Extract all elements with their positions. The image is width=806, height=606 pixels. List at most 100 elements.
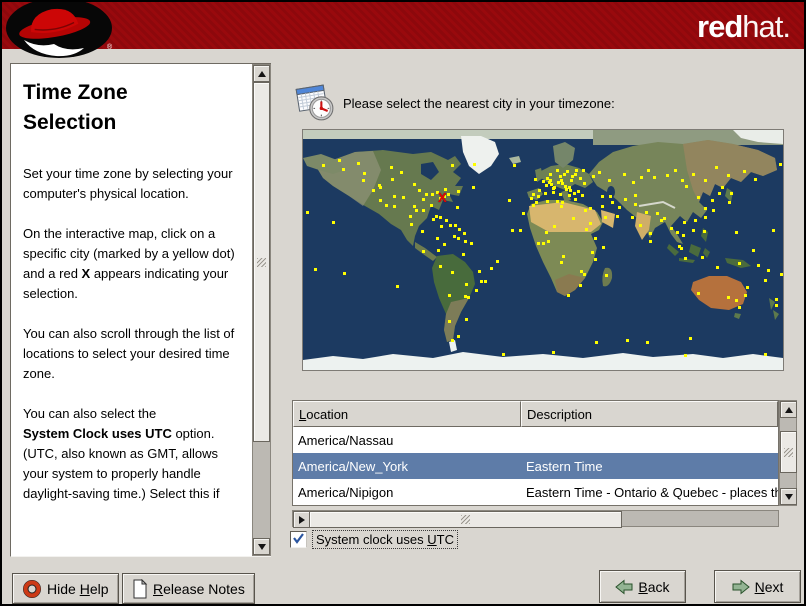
scroll-up-button[interactable] <box>780 401 797 418</box>
city-dot[interactable] <box>561 201 564 204</box>
city-dot[interactable] <box>681 179 684 182</box>
city-dot[interactable] <box>639 224 642 227</box>
city-dot[interactable] <box>631 216 634 219</box>
scroll-down-button[interactable] <box>780 488 797 505</box>
city-dot[interactable] <box>697 196 700 199</box>
city-dot[interactable] <box>475 289 478 292</box>
city-dot[interactable] <box>689 337 692 340</box>
city-dot[interactable] <box>743 170 746 173</box>
city-dot[interactable] <box>363 172 366 175</box>
city-dot[interactable] <box>585 228 588 231</box>
city-dot[interactable] <box>704 216 707 219</box>
city-dot[interactable] <box>456 206 459 209</box>
scroll-up-button[interactable] <box>253 65 270 82</box>
city-dot[interactable] <box>738 306 741 309</box>
table-horizontal-scrollbar[interactable] <box>292 510 779 528</box>
city-dot[interactable] <box>684 257 687 260</box>
utc-checkbox[interactable] <box>290 531 307 548</box>
city-dot[interactable] <box>448 320 451 323</box>
city-dot[interactable] <box>583 273 586 276</box>
city-dot[interactable] <box>390 166 393 169</box>
city-dot[interactable] <box>738 262 741 265</box>
city-dot[interactable] <box>537 195 540 198</box>
city-dot[interactable] <box>400 171 403 174</box>
city-dot[interactable] <box>583 182 586 185</box>
column-header-description[interactable]: Description <box>521 401 778 427</box>
city-dot[interactable] <box>484 280 487 283</box>
city-dot[interactable] <box>490 267 493 270</box>
city-dot[interactable] <box>457 237 460 240</box>
city-dot[interactable] <box>746 286 749 289</box>
city-dot[interactable] <box>703 230 706 233</box>
city-dot[interactable] <box>338 159 341 162</box>
city-dot[interactable] <box>623 173 626 176</box>
city-dot[interactable] <box>447 193 450 196</box>
city-dot[interactable] <box>451 271 454 274</box>
city-dot[interactable] <box>413 183 416 186</box>
city-dot[interactable] <box>716 266 719 269</box>
city-dot[interactable] <box>624 198 627 201</box>
city-dot[interactable] <box>422 198 425 201</box>
city-dot[interactable] <box>457 335 460 338</box>
city-dot[interactable] <box>579 284 582 287</box>
city-dot[interactable] <box>549 173 552 176</box>
city-dot[interactable] <box>422 250 425 253</box>
city-dot[interactable] <box>436 237 439 240</box>
city-dot[interactable] <box>594 258 597 261</box>
city-dot[interactable] <box>589 222 592 225</box>
city-dot[interactable] <box>560 261 563 264</box>
city-dot[interactable] <box>473 163 476 166</box>
city-dot[interactable] <box>563 173 566 176</box>
city-dot[interactable] <box>538 189 541 192</box>
city-dot[interactable] <box>562 255 565 258</box>
city-dot[interactable] <box>550 183 553 186</box>
city-dot[interactable] <box>704 207 707 210</box>
city-dot[interactable] <box>439 216 442 219</box>
city-dot[interactable] <box>458 228 461 231</box>
city-dot[interactable] <box>566 170 569 173</box>
city-dot[interactable] <box>632 181 635 184</box>
city-dot[interactable] <box>379 199 382 202</box>
city-dot[interactable] <box>372 189 375 192</box>
city-dot[interactable] <box>674 169 677 172</box>
city-dot[interactable] <box>575 169 578 172</box>
city-dot[interactable] <box>306 211 309 214</box>
help-scrollbar[interactable] <box>252 64 271 556</box>
table-row[interactable]: America/New_York Eastern Time <box>293 453 778 479</box>
city-dot[interactable] <box>640 176 643 179</box>
city-dot[interactable] <box>379 186 382 189</box>
city-dot[interactable] <box>663 217 666 220</box>
table-row[interactable]: America/Nassau <box>293 427 778 453</box>
city-dot[interactable] <box>556 200 559 203</box>
city-dot[interactable] <box>391 178 394 181</box>
city-dot[interactable] <box>730 192 733 195</box>
city-dot[interactable] <box>559 193 562 196</box>
city-dot[interactable] <box>532 193 535 196</box>
city-dot[interactable] <box>764 279 767 282</box>
city-dot[interactable] <box>694 219 697 222</box>
city-dot[interactable] <box>779 163 782 166</box>
city-dot[interactable] <box>542 180 545 183</box>
city-dot[interactable] <box>656 212 659 215</box>
city-dot[interactable] <box>574 198 577 201</box>
city-dot[interactable] <box>565 188 568 191</box>
city-dot[interactable] <box>470 242 473 245</box>
city-dot[interactable] <box>519 229 522 232</box>
city-dot[interactable] <box>611 201 614 204</box>
city-dot[interactable] <box>653 176 656 179</box>
city-dot[interactable] <box>572 217 575 220</box>
city-dot[interactable] <box>457 190 460 193</box>
back-button[interactable]: Back <box>599 570 686 603</box>
city-dot[interactable] <box>402 196 405 199</box>
city-dot[interactable] <box>532 204 535 207</box>
city-dot[interactable] <box>592 175 595 178</box>
city-dot[interactable] <box>439 265 442 268</box>
city-dot[interactable] <box>535 201 538 204</box>
city-dot[interactable] <box>421 230 424 233</box>
city-dot[interactable] <box>704 179 707 182</box>
city-dot[interactable] <box>728 201 731 204</box>
city-dot[interactable] <box>362 179 365 182</box>
city-dot[interactable] <box>440 225 443 228</box>
city-dot[interactable] <box>409 215 412 218</box>
city-dot[interactable] <box>634 194 637 197</box>
